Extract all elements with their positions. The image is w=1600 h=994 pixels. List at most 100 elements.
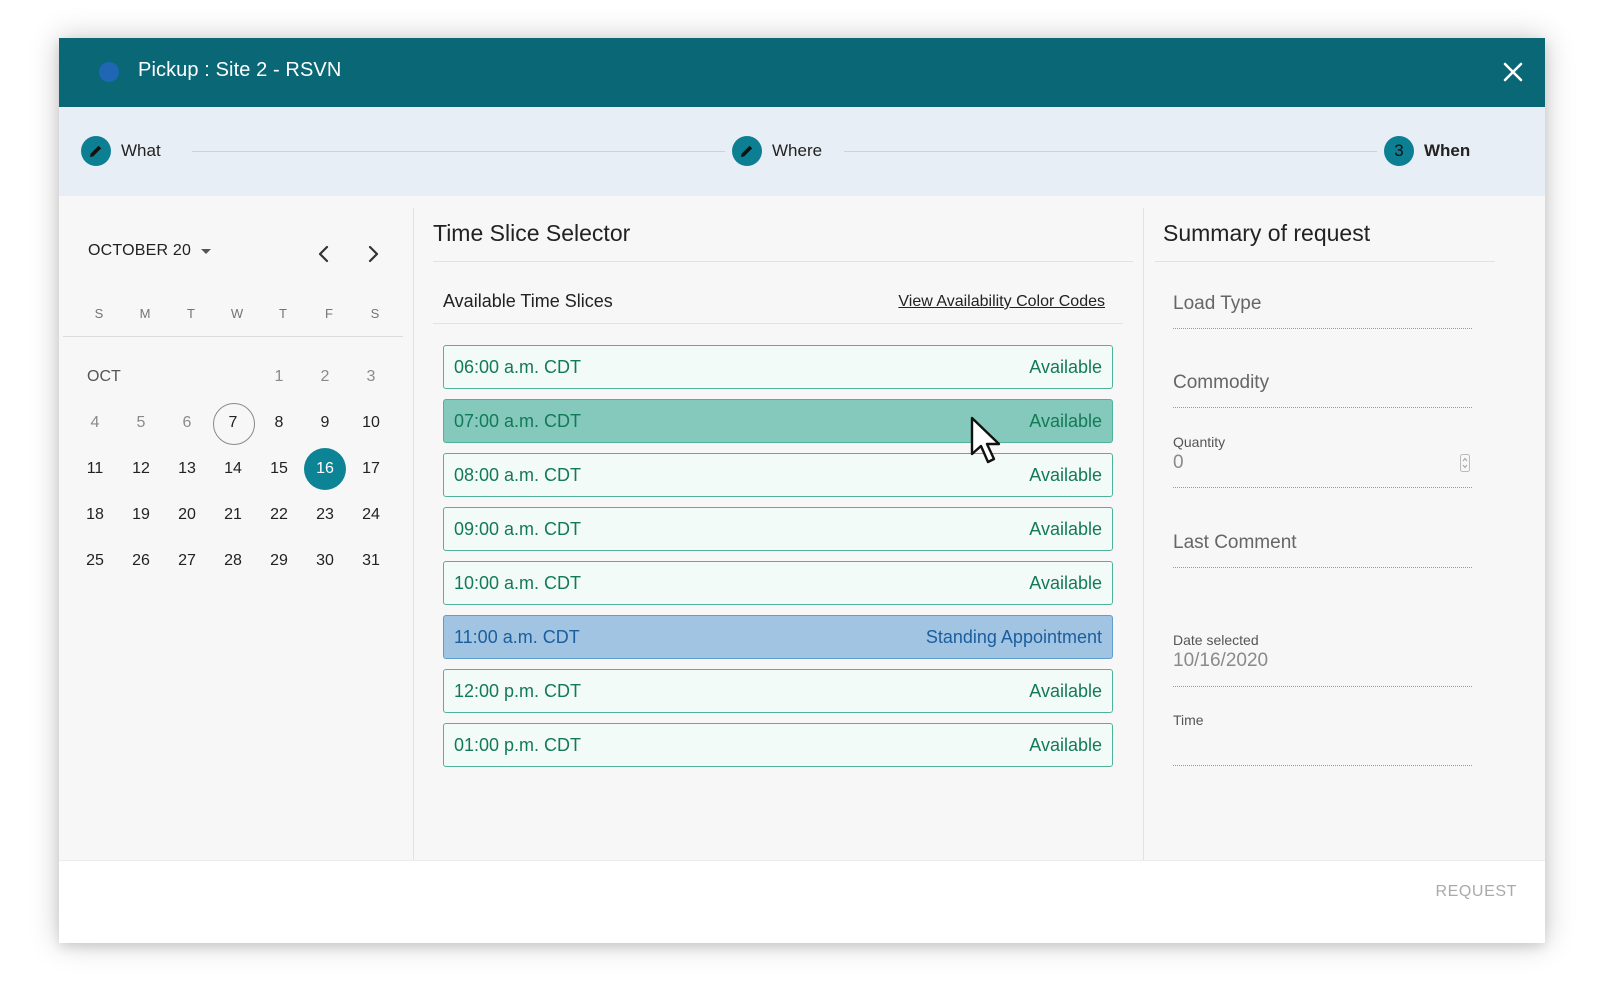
day-number: 28 [224, 552, 242, 569]
calendar-panel: OCTOBER 20 S M T W T F S OCT 1 2 3 4 5 6… [59, 208, 414, 898]
calendar-day[interactable]: 21 [210, 492, 256, 538]
summary-divider [1155, 261, 1495, 262]
slice-status: Standing Appointment [925, 626, 1102, 647]
slice-time: 09:00 a.m. CDT [454, 518, 582, 539]
calendar-day[interactable]: 10 [348, 400, 394, 446]
calendar-day[interactable]: 3 [348, 354, 394, 400]
time-slice[interactable]: 01:00 p.m. CDT Available [443, 723, 1113, 767]
time-slice-hovered[interactable]: 07:00 a.m. CDT Available [443, 399, 1113, 443]
day-number: 11 [86, 460, 104, 477]
slice-time: 08:00 a.m. CDT [454, 464, 582, 485]
calendar-day[interactable]: 11 [72, 446, 118, 492]
calendar-day[interactable]: 9 [302, 400, 348, 446]
chevron-left-icon [318, 245, 329, 263]
day-number: 16 [316, 460, 334, 477]
calendar-day[interactable]: 31 [348, 538, 394, 584]
calendar-day[interactable]: 12 [118, 446, 164, 492]
weekday-label: S [370, 306, 380, 321]
calendar-day[interactable]: 24 [348, 492, 394, 538]
calendar-day[interactable]: 4 [72, 400, 118, 446]
calendar-day[interactable]: 6 [164, 400, 210, 446]
slice-status: Available [1029, 464, 1102, 485]
calendar-day[interactable]: 23 [302, 492, 348, 538]
calendar-day[interactable]: 29 [256, 538, 302, 584]
spin-arrows-icon[interactable] [1460, 454, 1470, 472]
time-slice-panel: Time Slice Selector Available Time Slice… [414, 208, 1144, 898]
weekday-label: M [139, 306, 151, 321]
calendar-day[interactable]: 30 [302, 538, 348, 584]
step-what[interactable]: What [81, 135, 161, 167]
step-what-label: What [121, 141, 161, 160]
step-when-badge: 3 [1384, 136, 1414, 166]
calendar-day[interactable]: 25 [72, 538, 118, 584]
calendar-day[interactable]: 26 [118, 538, 164, 584]
calendar-day[interactable]: 28 [210, 538, 256, 584]
slice-status: Available [1029, 518, 1102, 539]
time-slice[interactable]: 08:00 a.m. CDT Available [443, 453, 1113, 497]
time-label: Time [1173, 712, 1204, 728]
day-number: 8 [274, 414, 284, 431]
time-slice-list: 06:00 a.m. CDT Available 07:00 a.m. CDT … [443, 345, 1113, 777]
step-where[interactable]: Where [732, 135, 822, 167]
time-field[interactable] [1173, 730, 1472, 766]
calendar-day[interactable]: 13 [164, 446, 210, 492]
time-slice[interactable]: 12:00 p.m. CDT Available [443, 669, 1113, 713]
slice-time: 07:00 a.m. CDT [454, 410, 582, 431]
date-selected-value: 10/16/2020 [1173, 650, 1269, 671]
prev-month-button[interactable] [312, 242, 336, 266]
calendar-divider [63, 336, 403, 337]
quantity-stepper[interactable]: 0 [1173, 452, 1472, 488]
day-number: 6 [182, 414, 192, 431]
step-when-label: When [1424, 141, 1471, 160]
time-slice[interactable]: 06:00 a.m. CDT Available [443, 345, 1113, 389]
step-where-label: Where [772, 141, 823, 160]
calendar-day[interactable]: 5 [118, 400, 164, 446]
summary-title: Summary of request [1163, 220, 1371, 246]
slice-status: Available [1029, 410, 1102, 431]
date-selected-field[interactable]: 10/16/2020 [1173, 650, 1472, 687]
view-color-codes-link[interactable]: View Availability Color Codes [898, 293, 1105, 311]
calendar-day[interactable]: 1 [256, 354, 302, 400]
slice-status: Available [1029, 734, 1102, 755]
commodity-field[interactable]: Commodity [1173, 372, 1472, 408]
calendar-day[interactable]: 2 [302, 354, 348, 400]
request-button[interactable]: REQUEST [1435, 883, 1517, 901]
time-slice[interactable]: 10:00 a.m. CDT Available [443, 561, 1113, 605]
available-slices-heading: Available Time Slices [443, 291, 613, 311]
calendar-day[interactable]: 27 [164, 538, 210, 584]
day-number: 26 [132, 552, 150, 569]
load-type-placeholder: Load Type [1173, 293, 1262, 314]
calendar-day[interactable]: 19 [118, 492, 164, 538]
slice-time: 01:00 p.m. CDT [454, 734, 582, 755]
day-number: 20 [178, 506, 196, 523]
calendar-day[interactable]: 20 [164, 492, 210, 538]
last-comment-field[interactable]: Last Comment [1173, 532, 1472, 568]
calendar-day[interactable]: 15 [256, 446, 302, 492]
weekday-label: T [279, 306, 287, 321]
day-number: 21 [224, 506, 242, 523]
step-when[interactable]: 3 When [1384, 135, 1470, 167]
pencil-icon [90, 145, 102, 157]
weekday-label: W [230, 306, 244, 321]
calendar-day[interactable]: 14 [210, 446, 256, 492]
day-number: 29 [270, 552, 288, 569]
day-number: 22 [270, 506, 288, 523]
weekday-label: T [187, 306, 195, 321]
calendar-day[interactable]: 18 [72, 492, 118, 538]
day-number: 10 [362, 414, 380, 431]
month-selector[interactable]: OCTOBER 20 [88, 242, 215, 260]
day-number: 13 [178, 460, 196, 477]
time-slice-standing[interactable]: 11:00 a.m. CDT Standing Appointment [443, 615, 1113, 659]
last-comment-placeholder: Last Comment [1173, 532, 1297, 553]
calendar-day[interactable]: 17 [348, 446, 394, 492]
next-month-button[interactable] [361, 242, 385, 266]
calendar-day[interactable]: 8 [256, 400, 302, 446]
month-short-text: OCT [87, 368, 121, 385]
load-type-field[interactable]: Load Type [1173, 293, 1472, 329]
calendar-day-selected[interactable]: 16 [302, 446, 348, 492]
calendar-day[interactable]: 22 [256, 492, 302, 538]
close-button[interactable] [1499, 58, 1527, 86]
calendar-day-today[interactable]: 7 [210, 400, 256, 446]
day-number: 5 [136, 414, 146, 431]
time-slice[interactable]: 09:00 a.m. CDT Available [443, 507, 1113, 551]
